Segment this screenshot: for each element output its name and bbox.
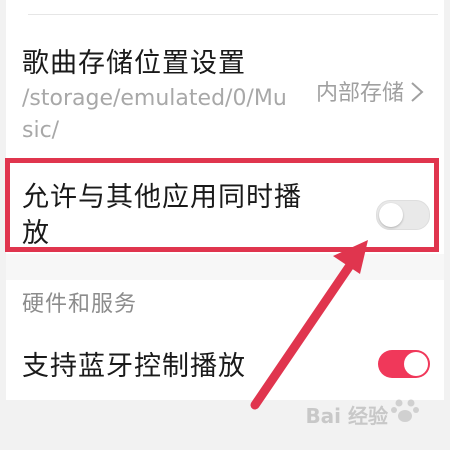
chevron-right-icon	[411, 82, 424, 102]
settings-card: 歌曲存储位置设置 /storage/emulated/0/Music/ 内部存储…	[6, 0, 444, 400]
hardware-section-header: 硬件和服务	[22, 292, 138, 317]
toggle-knob	[404, 352, 428, 376]
storage-location-row[interactable]: 歌曲存储位置设置 /storage/emulated/0/Music/ 内部存储	[6, 15, 444, 150]
section-separator	[6, 254, 444, 280]
bluetooth-control-toggle[interactable]	[378, 350, 430, 378]
bluetooth-control-row[interactable]: 支持蓝牙控制播放	[6, 330, 444, 400]
paw-icon	[391, 399, 419, 422]
storage-value: 内部存储	[315, 81, 404, 106]
watermark-text: Bai 经验	[305, 404, 388, 428]
mix-playback-row[interactable]: 允许与其他应用同时播放	[6, 158, 444, 254]
mix-playback-label: 允许与其他应用同时播放	[22, 182, 302, 249]
toggle-knob	[379, 203, 403, 227]
storage-location-title: 歌曲存储位置设置	[22, 48, 246, 79]
bluetooth-control-label: 支持蓝牙控制播放	[22, 351, 246, 382]
storage-path: /storage/emulated/0/Music/	[22, 86, 287, 143]
mix-playback-toggle[interactable]	[376, 200, 430, 230]
